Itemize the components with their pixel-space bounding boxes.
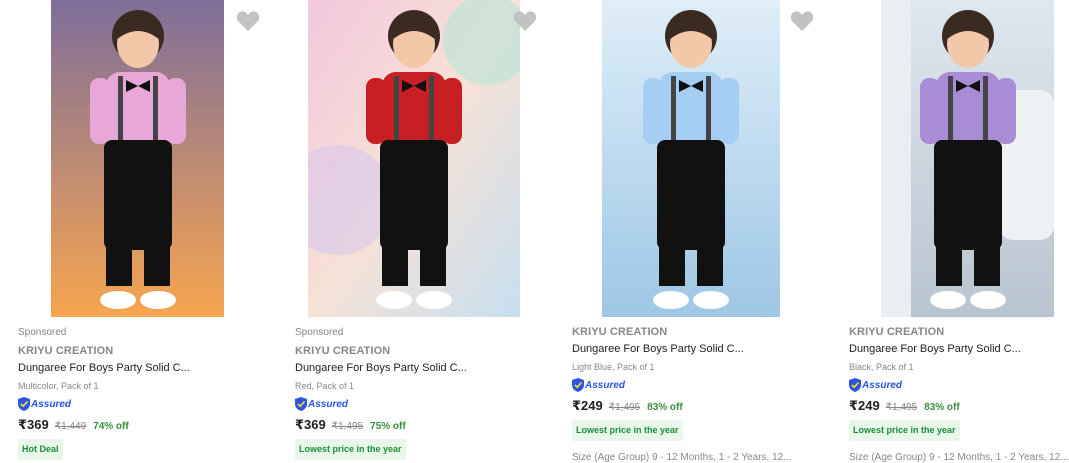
brand-name: KRIYU CREATION [572,326,668,338]
brand-name: KRIYU CREATION [18,345,114,357]
product-photo [881,0,1054,317]
product-photo [602,0,780,317]
product-card[interactable]: Sponsored KRIYU CREATION Dungaree For Bo… [18,0,278,460]
product-title[interactable]: Dungaree For Boys Party Solid C... [849,342,1069,356]
price-row: ₹369 ₹1,449 74% off [18,417,278,433]
price-row: ₹369 ₹1,495 75% off [295,417,555,433]
shield-icon [849,378,861,392]
product-title[interactable]: Dungaree For Boys Party Solid C... [18,361,278,375]
assured-label: Assured [31,398,72,410]
original-price: ₹1,495 [885,402,918,413]
deal-badge: Lowest price in the year [572,420,683,441]
product-image[interactable] [51,0,224,317]
price-row: ₹249 ₹1,495 83% off [849,398,1069,414]
shield-icon [572,378,584,392]
selling-price: ₹369 [18,417,49,432]
selling-price: ₹249 [572,398,603,413]
original-price: ₹1,449 [54,421,87,432]
assured-badge: Assured [572,378,832,392]
wishlist-heart-icon[interactable] [236,10,260,32]
discount-percent: 74% off [93,421,129,432]
selling-price: ₹369 [295,417,326,432]
product-title[interactable]: Dungaree For Boys Party Solid C... [295,361,555,375]
brand-name: KRIYU CREATION [295,345,391,357]
sponsored-label: Sponsored [295,327,344,338]
product-image[interactable] [881,0,1054,317]
variant-info: Red, Pack of 1 [295,381,355,391]
original-price: ₹1,495 [608,402,641,413]
deal-badge: Lowest price in the year [295,439,406,460]
variant-info: Light Blue, Pack of 1 [572,362,655,372]
assured-badge: Assured [18,397,278,411]
product-photo [308,0,520,317]
discount-percent: 75% off [370,421,406,432]
assured-label: Assured [585,379,626,391]
original-price: ₹1,495 [331,421,364,432]
deal-badge: Lowest price in the year [849,420,960,441]
assured-label: Assured [862,379,903,391]
variant-info: Multicolor, Pack of 1 [18,381,99,391]
wishlist-heart-icon[interactable] [790,10,814,32]
selling-price: ₹249 [849,398,880,413]
assured-badge: Assured [295,397,555,411]
product-image[interactable] [308,0,520,317]
brand-name: KRIYU CREATION [849,326,945,338]
sponsored-label: Sponsored [18,327,67,338]
shield-icon [18,397,30,411]
product-title[interactable]: Dungaree For Boys Party Solid C... [572,342,832,356]
shield-icon [295,397,307,411]
product-card[interactable]: KRIYU CREATION Dungaree For Boys Party S… [572,0,832,463]
variant-info: Black, Pack of 1 [849,362,914,372]
deal-badge: Hot Deal [18,439,63,460]
product-image[interactable] [602,0,780,317]
discount-percent: 83% off [647,402,683,413]
product-photo [51,0,224,317]
price-row: ₹249 ₹1,495 83% off [572,398,832,414]
discount-percent: 83% off [924,402,960,413]
product-card[interactable]: KRIYU CREATION Dungaree For Boys Party S… [849,0,1069,463]
assured-label: Assured [308,398,349,410]
assured-badge: Assured [849,378,1069,392]
product-card[interactable]: Sponsored KRIYU CREATION Dungaree For Bo… [295,0,555,460]
wishlist-heart-icon[interactable] [513,10,537,32]
